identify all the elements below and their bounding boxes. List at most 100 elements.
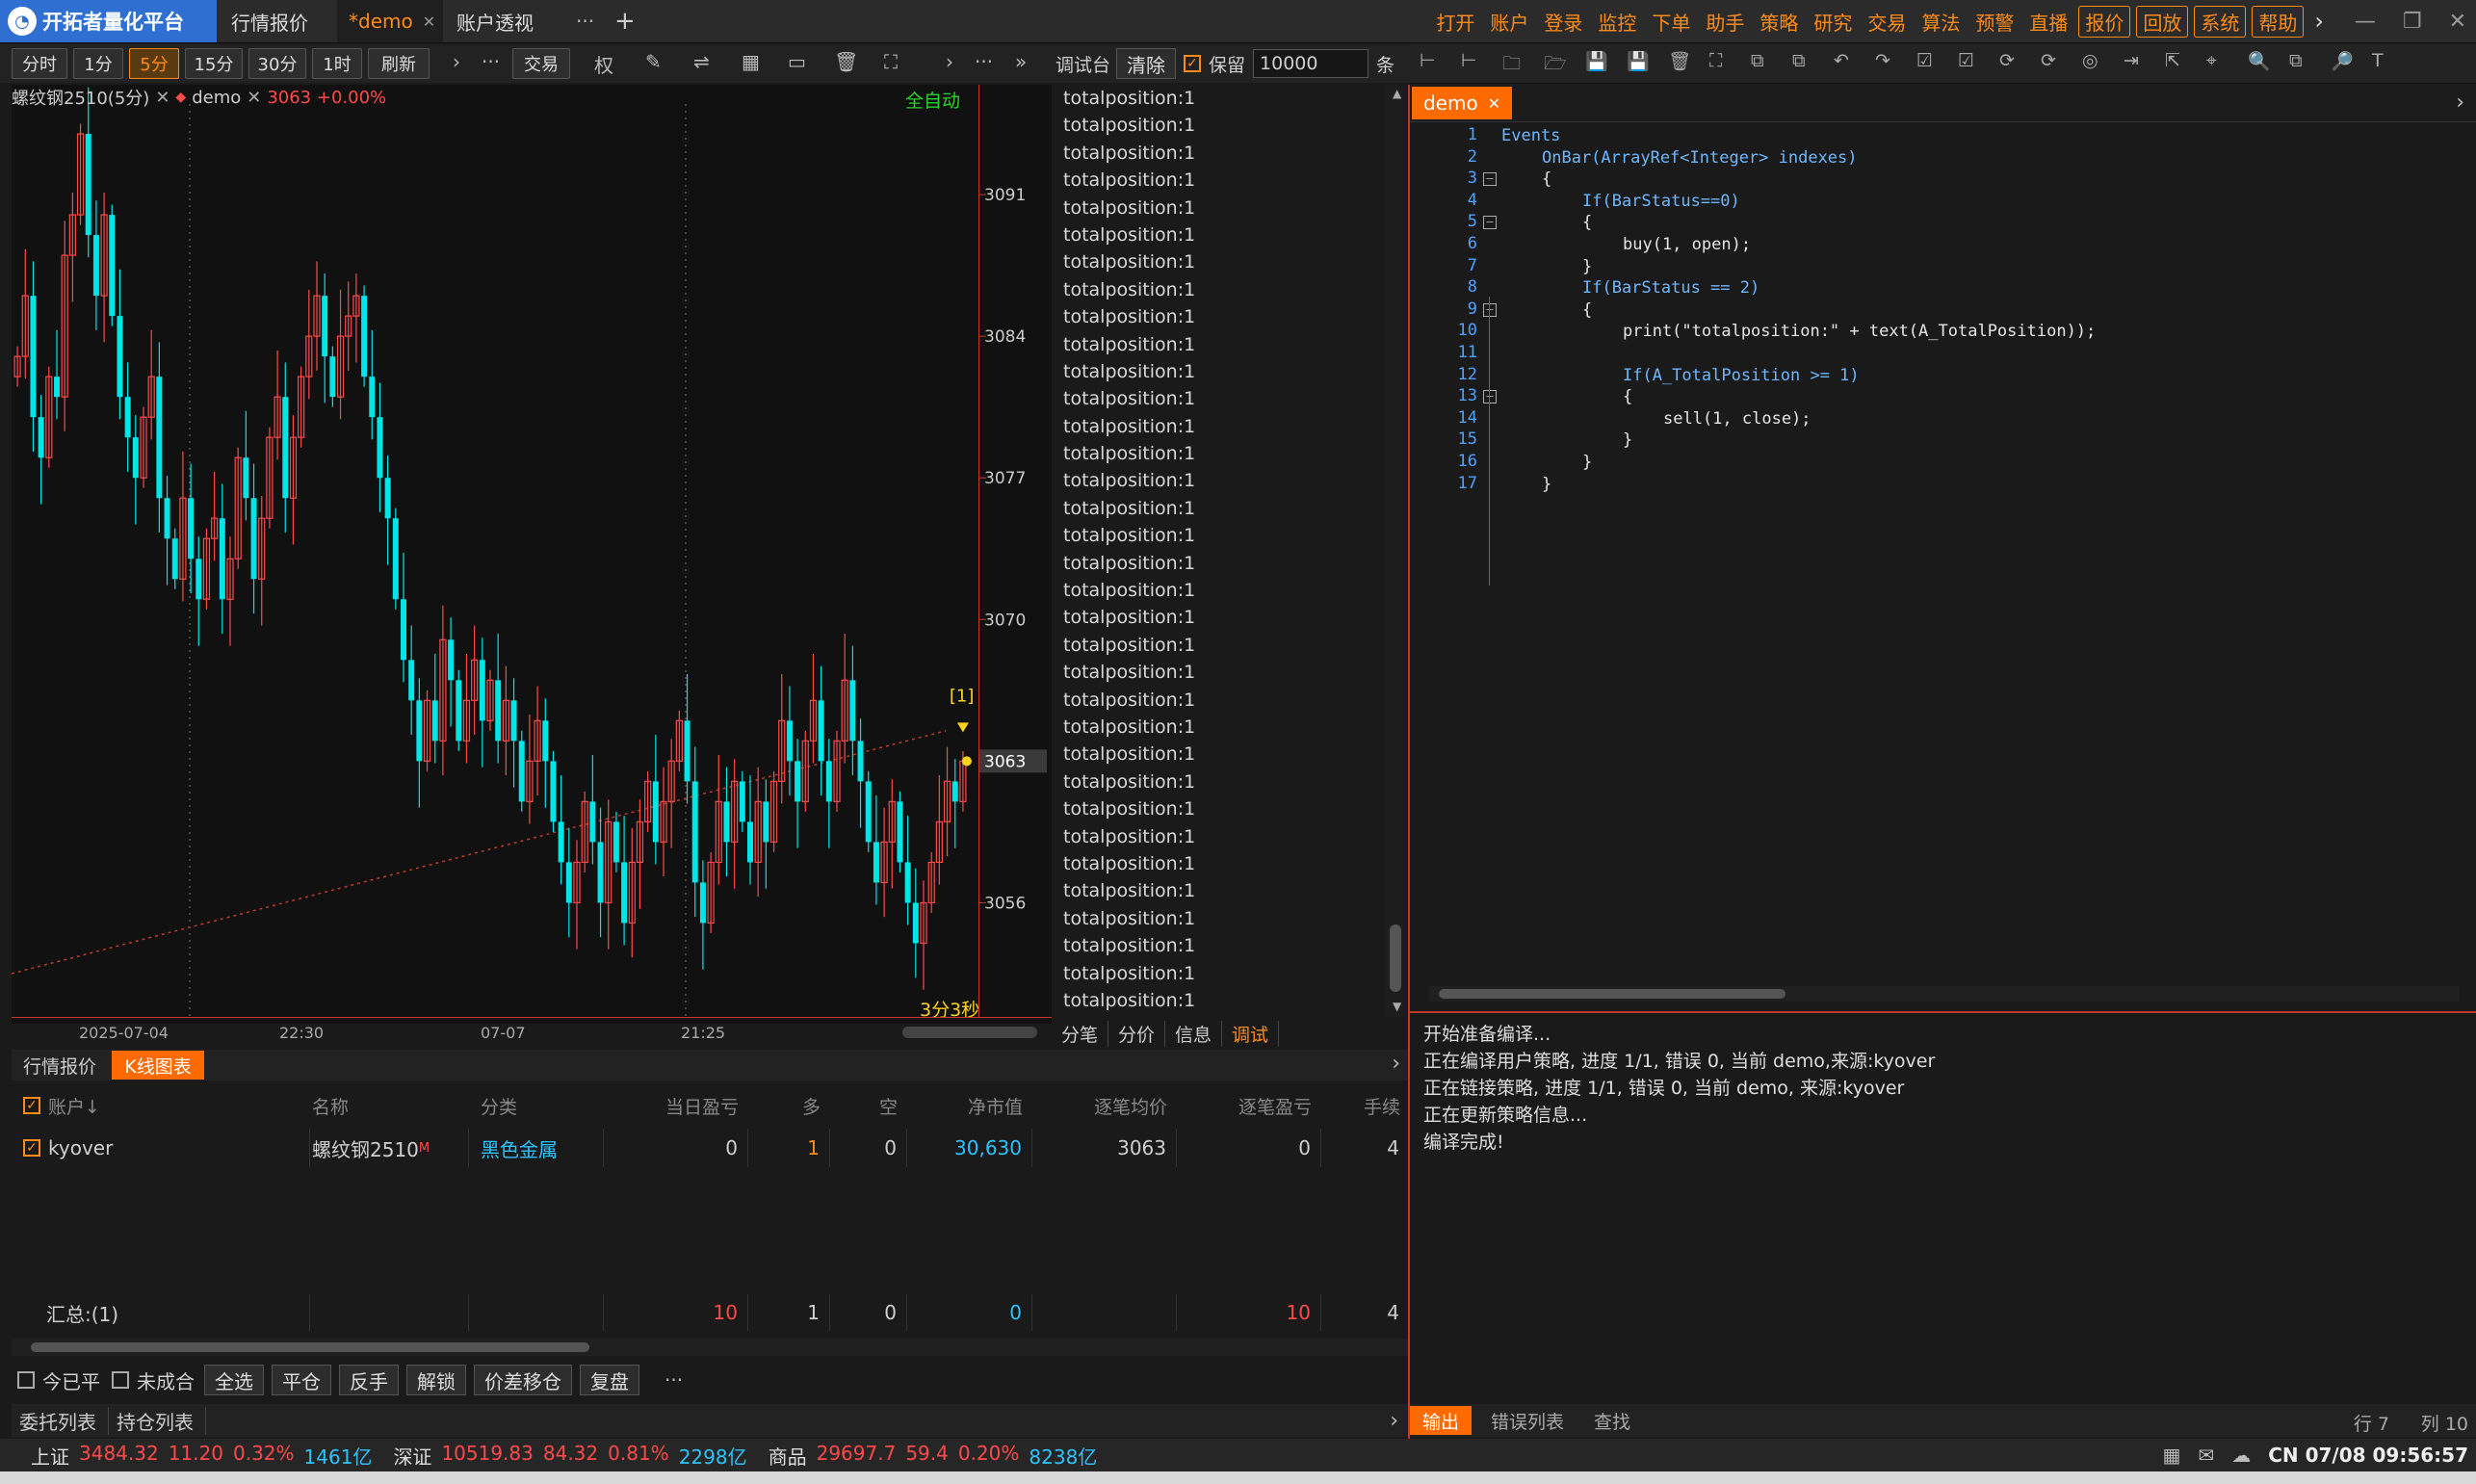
output-tab[interactable]: 错误列表 [1475,1406,1579,1435]
close-icon[interactable]: ✕ [1488,94,1500,113]
trade-button[interactable]: 交易 [512,48,570,79]
calculator-icon[interactable]: ▦ [2163,1444,2181,1467]
fold-toggle-icon[interactable]: − [1483,172,1497,187]
column-header-market-value[interactable]: 净市值 [907,1086,1032,1125]
index-quote[interactable]: 商品 29697.7 59.4 0.20% 8238亿 [769,1442,1098,1470]
rights-button[interactable]: 权 [594,50,613,78]
period-button[interactable]: 1分 [73,48,123,79]
column-header-daily-pnl[interactable]: 当日盈亏 [604,1086,748,1125]
editor-tool-icon[interactable]: ☑ [1916,50,1933,71]
scroll-thumb[interactable] [1439,989,1785,999]
menu-item[interactable]: 算法 [1914,8,1968,36]
maximize-icon[interactable]: ❐ [2403,10,2422,34]
editor-tool-icon[interactable]: ⌖ [2206,50,2217,71]
period-button[interactable]: 分时 [12,48,67,79]
tab-quotes[interactable]: 行情报价 [220,0,335,42]
time-scroll-thumb[interactable] [902,1027,1037,1038]
trash-icon[interactable]: 🗑 [834,50,858,73]
close-icon[interactable]: ✕ [423,13,435,31]
menu-item[interactable]: 账户 [1482,8,1536,36]
editor-tool-icon[interactable]: 💾 [1585,50,1608,72]
editor-tool-icon[interactable]: 🗀 [1502,50,1521,81]
more-icon[interactable]: ··· [482,50,500,73]
clear-button[interactable]: 清除 [1116,48,1177,79]
menu-item[interactable]: 策略 [1752,8,1806,36]
debug-scrollbar[interactable]: ▲ ▼ [1385,85,1406,1017]
menu-item[interactable]: 下单 [1644,8,1698,36]
editor-tab-demo[interactable]: demo ✕ [1412,87,1513,119]
column-header-avg-price[interactable]: 逐笔均价 [1032,1086,1177,1125]
editor-tool-icon[interactable]: ⧉ [2289,50,2303,71]
action-button[interactable]: 价差移仓 [474,1365,572,1395]
period-button[interactable]: 5分 [129,48,179,79]
close-icon[interactable]: ✕ [247,88,261,108]
editor-tool-icon[interactable]: ⟳ [2041,50,2056,71]
menu-item[interactable]: 交易 [1860,8,1914,36]
editor-tool-icon[interactable]: ⊢ [1420,50,1436,71]
unfilled-checkbox[interactable] [112,1371,129,1389]
scroll-down-icon[interactable]: ▼ [1393,1000,1401,1013]
action-button[interactable]: 复盘 [580,1365,639,1395]
fullscreen-icon[interactable]: ⛶ [884,50,898,73]
editor-tool-icon[interactable]: ⛶ [1709,50,1722,71]
column-header-pnl[interactable]: 逐笔盈亏 [1177,1086,1321,1125]
adjust-icon[interactable]: ⇌ [693,50,710,73]
period-button[interactable]: 30分 [248,48,306,79]
add-tab-icon[interactable]: + [603,0,645,42]
editor-tool-icon[interactable]: ⧉ [1751,50,1764,71]
editor-tool-icon[interactable]: ⟳ [1999,50,2015,71]
period-button[interactable]: 1时 [312,48,362,79]
chevron-right-icon[interactable]: › [1392,1052,1400,1076]
editor-tool-icon[interactable]: ⇱ [2165,50,2180,71]
chevron-right-icon[interactable]: › [946,50,953,73]
period-button[interactable]: 15分 [185,48,243,79]
today-closed-checkbox[interactable] [17,1371,35,1389]
editor-tool-icon[interactable]: 💾 [1627,50,1650,72]
editor-tool-icon[interactable]: ⊢ [1461,50,1477,71]
grid-tab[interactable]: K线图表 [112,1051,204,1080]
minimize-icon[interactable]: — [2355,10,2376,34]
menu-item[interactable]: 报价 [2078,5,2131,38]
double-chevron-icon[interactable]: » [1015,50,1027,73]
editor-tool-icon[interactable]: ⇥ [2124,50,2139,71]
more-icon[interactable]: ··· [975,50,993,73]
editor-tool-icon[interactable]: ◎ [2082,50,2098,71]
debug-tab[interactable]: 信息 [1165,1020,1223,1047]
output-tab[interactable]: 查找 [1583,1406,1641,1435]
more-tabs-icon[interactable]: ··· [564,0,599,42]
menu-item[interactable]: 帮助 [2252,5,2305,38]
keep-count-input[interactable]: 10000 [1253,49,1369,78]
editor-tool-icon[interactable]: ⧉ [1792,50,1806,71]
index-quote[interactable]: 上证 3484.32 11.20 0.32% 1461亿 [31,1442,372,1470]
menu-item[interactable]: 研究 [1806,8,1860,36]
menu-item[interactable]: 监控 [1590,8,1644,36]
chevron-right-icon[interactable]: › [1390,1409,1398,1433]
action-button[interactable]: 解锁 [406,1365,466,1395]
window-icon[interactable]: ▭ [788,50,806,73]
editor-tool-icon[interactable]: 🔎 [2331,50,2354,72]
fold-toggle-icon[interactable]: − [1483,302,1497,317]
message-icon[interactable]: ✉ [2198,1444,2214,1467]
menu-item[interactable]: 预警 [1968,8,2021,36]
column-header-short[interactable]: 空 [830,1086,907,1125]
debug-tab[interactable]: 分价 [1108,1020,1166,1047]
scroll-up-icon[interactable]: ▲ [1393,87,1401,100]
menu-item[interactable]: 回放 [2136,5,2189,38]
editor-tool-icon[interactable]: 🗑 [1668,50,1691,72]
column-header-category[interactable]: 分类 [469,1086,604,1125]
close-window-icon[interactable]: ✕ [2449,10,2466,34]
row-checkbox[interactable]: ✓ [23,1139,40,1157]
menu-more-icon[interactable]: › [2307,8,2332,35]
column-header-long[interactable]: 多 [748,1086,830,1125]
order-tab[interactable]: 委托列表 [12,1406,109,1435]
scroll-thumb[interactable] [1390,924,1401,992]
menu-item[interactable]: 登录 [1536,8,1590,36]
period-button[interactable]: 刷新 [368,48,430,79]
menu-item[interactable]: 助手 [1698,8,1752,36]
debug-tab[interactable]: 分笔 [1052,1020,1109,1047]
output-tab[interactable]: 输出 [1410,1406,1472,1435]
kline-chart[interactable]: 3091308430773070306330563063[1]2025-07-0… [12,85,1052,1048]
more-icon[interactable]: ··· [665,1368,683,1392]
column-header-name[interactable]: 名称 [310,1086,469,1125]
menu-item[interactable]: 系统 [2194,5,2247,38]
